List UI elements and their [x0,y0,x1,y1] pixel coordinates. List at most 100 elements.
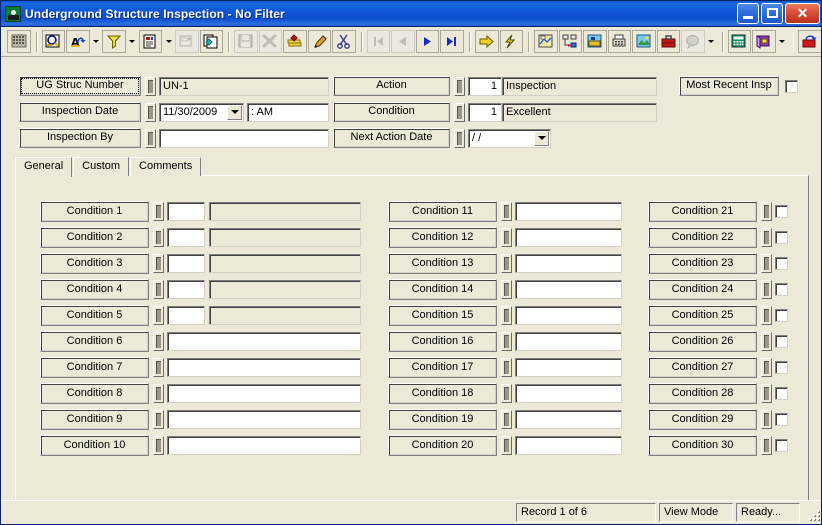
condition-11-label-button[interactable]: Condition 11 [388,201,497,222]
condition-11-lookup-gadget[interactable] [501,202,512,221]
condition-24-checkbox[interactable] [775,283,788,296]
inspection-date-lookup-gadget[interactable] [145,102,156,122]
inspection-date-label-button[interactable]: Inspection Date [19,102,141,122]
condition-5-code-field[interactable] [167,306,205,325]
chevron-down-icon[interactable] [534,130,549,146]
copy-record-icon[interactable] [199,30,224,53]
condition-27-checkbox[interactable] [775,361,788,374]
condition-5-lookup-gadget[interactable] [153,306,164,325]
condition-12-label-button[interactable]: Condition 12 [388,227,497,248]
condition-25-label-button[interactable]: Condition 25 [648,305,757,326]
condition-28-checkbox[interactable] [775,387,788,400]
action-label-button[interactable]: Action [333,76,450,96]
exit-icon[interactable] [798,30,821,53]
book-dropdown-arrow[interactable] [777,30,788,53]
condition-15-label-button[interactable]: Condition 15 [388,305,497,326]
chevron-down-icon[interactable] [227,104,242,120]
close-button[interactable]: ✕ [785,3,820,24]
condition-15-lookup-gadget[interactable] [501,306,512,325]
delete-icon[interactable] [258,30,283,53]
condition-21-label-button[interactable]: Condition 21 [648,201,757,222]
condition-9-field[interactable] [167,410,361,429]
condition-lookup-gadget[interactable] [454,102,465,122]
edit-icon[interactable] [307,30,332,53]
inspection-by-field[interactable] [159,128,329,148]
condition-14-label-button[interactable]: Condition 14 [388,279,497,300]
condition-22-checkbox[interactable] [775,231,788,244]
map-icon[interactable] [534,30,558,53]
condition-16-field[interactable] [515,332,622,351]
condition-2-lookup-gadget[interactable] [153,228,164,247]
save-icon[interactable] [234,30,258,53]
condition-4-label-button[interactable]: Condition 4 [40,279,149,300]
resize-grip[interactable] [804,505,820,521]
ug-struc-number-label-button[interactable]: UG Struc Number [19,76,141,96]
condition-3-label-button[interactable]: Condition 3 [40,253,149,274]
condition-code-field[interactable]: 1 [468,102,502,122]
condition-4-lookup-gadget[interactable] [153,280,164,299]
condition-14-field[interactable] [515,280,622,299]
condition-25-checkbox[interactable] [775,309,788,322]
condition-20-label-button[interactable]: Condition 20 [388,435,497,456]
condition-2-code-field[interactable] [167,228,205,247]
condition-12-field[interactable] [515,228,622,247]
condition-29-lookup-gadget[interactable] [761,410,772,429]
condition-20-field[interactable] [515,436,622,455]
condition-1-label-button[interactable]: Condition 1 [40,201,149,222]
tab-general[interactable]: General [15,157,73,177]
condition-27-label-button[interactable]: Condition 27 [648,357,757,378]
tab-comments[interactable]: Comments [130,157,202,176]
condition-14-lookup-gadget[interactable] [501,280,512,299]
cut-icon[interactable] [332,30,356,53]
condition-29-label-button[interactable]: Condition 29 [648,409,757,430]
calculator-icon[interactable] [727,30,752,53]
condition-label-button[interactable]: Condition [333,102,450,122]
condition-7-label-button[interactable]: Condition 7 [40,357,149,378]
condition-12-lookup-gadget[interactable] [501,228,512,247]
condition-8-label-button[interactable]: Condition 8 [40,383,149,404]
condition-30-lookup-gadget[interactable] [761,436,772,455]
condition-22-lookup-gadget[interactable] [761,228,772,247]
condition-30-label-button[interactable]: Condition 30 [648,435,757,456]
condition-17-field[interactable] [515,358,622,377]
condition-9-label-button[interactable]: Condition 9 [40,409,149,430]
sort-icon[interactable]: A [66,30,90,53]
condition-30-checkbox[interactable] [775,439,788,452]
condition-8-lookup-gadget[interactable] [153,384,164,403]
most-recent-insp-label-button[interactable]: Most Recent Insp [679,76,779,96]
condition-7-field[interactable] [167,358,361,377]
lightning-icon[interactable] [499,30,524,53]
condition-24-label-button[interactable]: Condition 24 [648,279,757,300]
condition-29-checkbox[interactable] [775,413,788,426]
condition-20-lookup-gadget[interactable] [501,436,512,455]
condition-22-label-button[interactable]: Condition 22 [648,227,757,248]
previous-record-icon[interactable] [391,30,415,53]
help-dropdown-arrow[interactable] [706,30,717,53]
inspection-by-lookup-gadget[interactable] [145,128,156,148]
condition-18-field[interactable] [515,384,622,403]
condition-3-lookup-gadget[interactable] [153,254,164,273]
condition-1-code-field[interactable] [167,202,205,221]
condition-16-label-button[interactable]: Condition 16 [388,331,497,352]
first-record-icon[interactable] [366,30,391,53]
condition-5-label-button[interactable]: Condition 5 [40,305,149,326]
next-action-date-lookup-gadget[interactable] [454,128,465,148]
form-design-icon[interactable] [175,30,199,53]
condition-11-field[interactable] [515,202,622,221]
condition-10-lookup-gadget[interactable] [153,436,164,455]
condition-17-lookup-gadget[interactable] [501,358,512,377]
condition-7-lookup-gadget[interactable] [153,358,164,377]
condition-23-lookup-gadget[interactable] [761,254,772,273]
condition-6-lookup-gadget[interactable] [153,332,164,351]
inspection-time-field[interactable]: : AM [247,102,329,122]
condition-21-lookup-gadget[interactable] [761,202,772,221]
help-balloon-icon[interactable] [681,30,705,53]
condition-19-field[interactable] [515,410,622,429]
report-icon[interactable] [138,30,163,53]
filter-icon[interactable] [102,30,126,53]
inspection-by-label-button[interactable]: Inspection By [19,128,141,148]
condition-8-field[interactable] [167,384,361,403]
maximize-button[interactable] [761,3,783,24]
condition-27-lookup-gadget[interactable] [761,358,772,377]
next-action-date-label-button[interactable]: Next Action Date [333,128,450,148]
